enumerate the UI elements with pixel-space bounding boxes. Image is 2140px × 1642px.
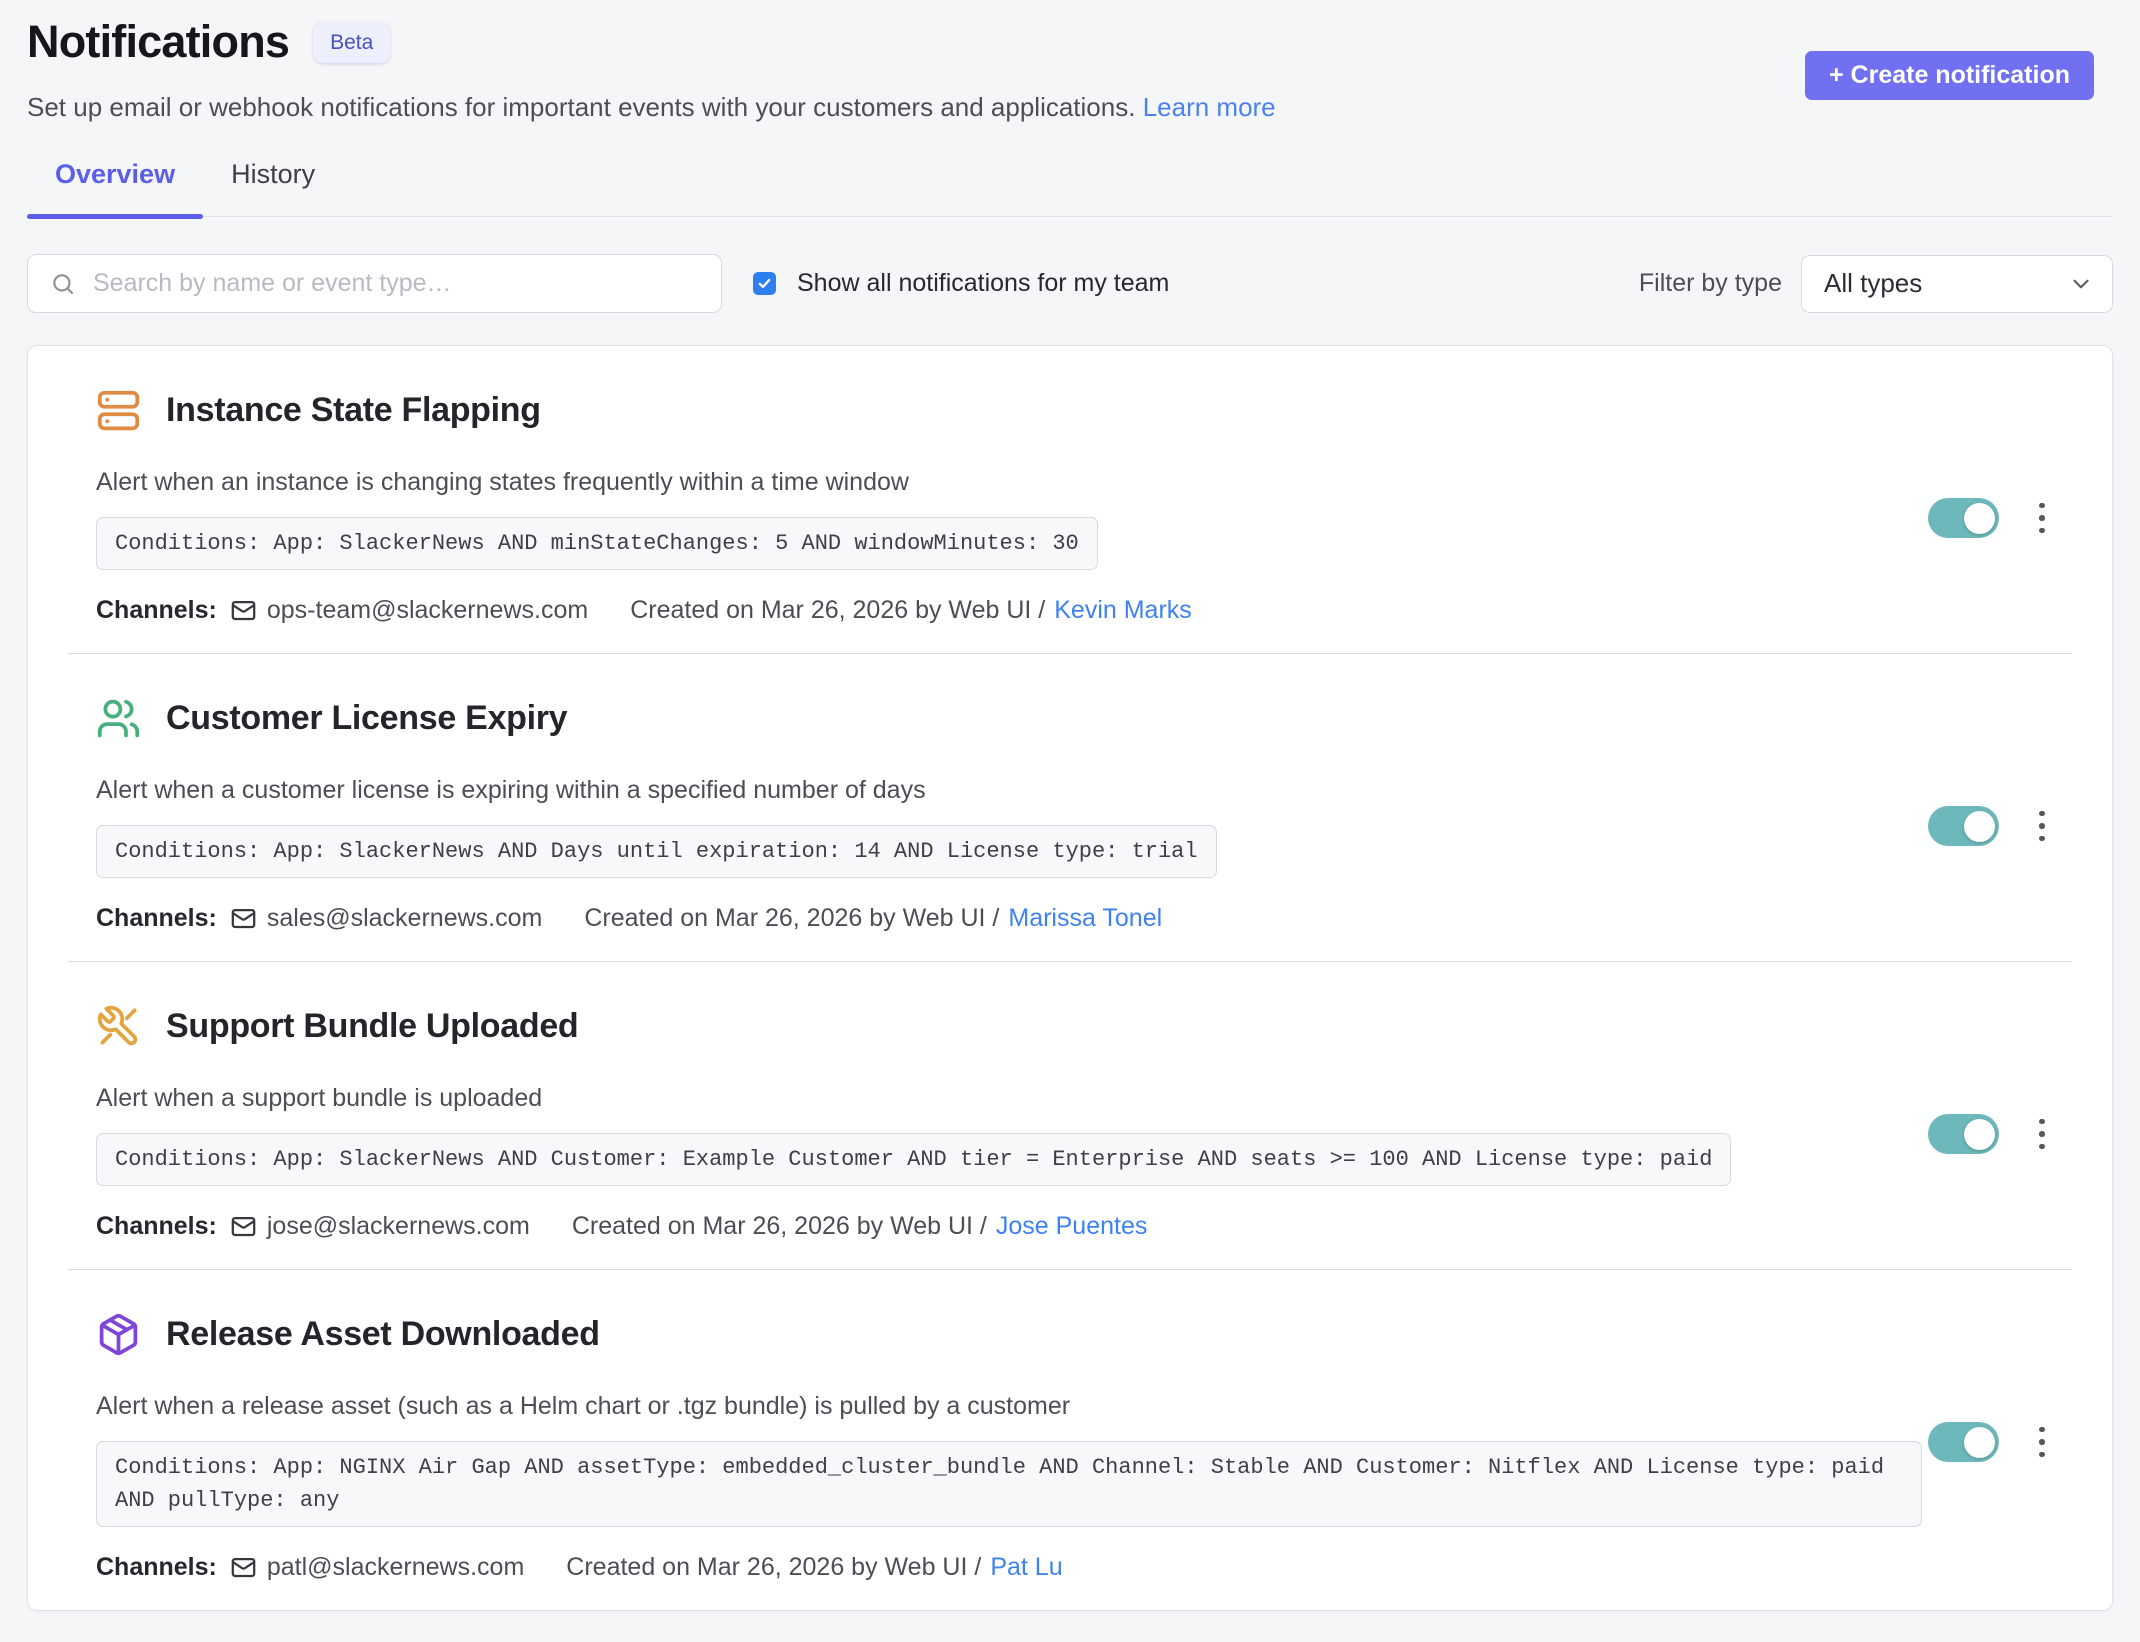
channel-email: patl@slackernews.com	[267, 1553, 524, 1582]
notifications-list: Instance State Flapping Alert when an in…	[27, 345, 2113, 1611]
channels-label: Channels:	[96, 904, 217, 933]
server-icon	[96, 388, 141, 433]
card-meta: Channels: ops-team@slackernews.com Creat…	[96, 596, 1922, 625]
controls-row: Show all notifications for my team Filte…	[27, 254, 2113, 313]
page-header: Notifications Beta	[27, 16, 2113, 68]
conditions-chip: Conditions: App: SlackerNews AND Days un…	[96, 825, 1217, 878]
kebab-menu-button[interactable]	[2024, 1112, 2060, 1156]
notification-title: Release Asset Downloaded	[166, 1315, 600, 1354]
mail-icon	[230, 905, 257, 932]
tab-overview[interactable]: Overview	[27, 159, 203, 216]
card-meta: Channels: patl@slackernews.com Created o…	[96, 1553, 1922, 1582]
author-link[interactable]: Pat Lu	[990, 1553, 1062, 1582]
notification-description: Alert when a support bundle is uploaded	[96, 1083, 1922, 1113]
author-link[interactable]: Marissa Tonel	[1008, 904, 1162, 933]
notification-card: Instance State Flapping Alert when an in…	[28, 346, 2112, 653]
checkbox-label: Show all notifications for my team	[797, 269, 1169, 298]
channel-email: sales@slackernews.com	[267, 904, 542, 933]
notification-description: Alert when an instance is changing state…	[96, 467, 1922, 497]
notifications-page: Notifications Beta + Create notification…	[0, 0, 2140, 1611]
chevron-down-icon	[2068, 271, 2094, 297]
notification-description: Alert when a customer license is expirin…	[96, 775, 1922, 805]
search-input[interactable]	[91, 268, 701, 299]
notification-title: Customer License Expiry	[166, 699, 567, 738]
channel-email: ops-team@slackernews.com	[267, 596, 588, 625]
search-box	[27, 254, 722, 313]
conditions-chip: Conditions: App: NGINX Air Gap AND asset…	[96, 1441, 1922, 1527]
card-header: Support Bundle Uploaded	[96, 1004, 1922, 1049]
kebab-menu-button[interactable]	[2024, 496, 2060, 540]
mail-icon	[230, 1554, 257, 1581]
enabled-toggle[interactable]	[1928, 1114, 1999, 1154]
filter-type-label: Filter by type	[1639, 269, 1782, 298]
card-header: Release Asset Downloaded	[96, 1312, 1922, 1357]
created-text: Created on Mar 26, 2026 by Web UI /	[572, 1212, 987, 1241]
notification-card: Customer License Expiry Alert when a cus…	[28, 654, 2112, 961]
enabled-toggle[interactable]	[1928, 1422, 1999, 1462]
beta-badge: Beta	[313, 22, 390, 63]
users-icon	[96, 696, 141, 741]
tab-history[interactable]: History	[203, 159, 343, 216]
team-checkbox[interactable]	[753, 272, 776, 295]
notification-card: Release Asset Downloaded Alert when a re…	[28, 1270, 2112, 1610]
create-notification-button[interactable]: + Create notification	[1805, 51, 2094, 100]
page-subtitle: Set up email or webhook notifications fo…	[27, 92, 2113, 123]
subtitle-text: Set up email or webhook notifications fo…	[27, 92, 1135, 122]
mail-icon	[230, 597, 257, 624]
filter-type-select[interactable]: All types	[1801, 255, 2113, 313]
tab-bar: Overview History	[27, 159, 2113, 217]
channels-label: Channels:	[96, 1212, 217, 1241]
check-icon	[757, 276, 772, 291]
page-title: Notifications	[27, 16, 289, 68]
card-meta: Channels: sales@slackernews.com Created …	[96, 904, 1922, 933]
package-icon	[96, 1312, 141, 1357]
enabled-toggle[interactable]	[1928, 806, 1999, 846]
kebab-menu-button[interactable]	[2024, 804, 2060, 848]
notification-description: Alert when a release asset (such as a He…	[96, 1391, 1922, 1421]
author-link[interactable]: Kevin Marks	[1054, 596, 1192, 625]
enabled-toggle[interactable]	[1928, 498, 1999, 538]
tools-icon	[96, 1004, 141, 1049]
card-header: Instance State Flapping	[96, 388, 1922, 433]
mail-icon	[230, 1213, 257, 1240]
notification-title: Instance State Flapping	[166, 391, 541, 430]
kebab-menu-button[interactable]	[2024, 1420, 2060, 1464]
channels-label: Channels:	[96, 596, 217, 625]
conditions-chip: Conditions: App: SlackerNews AND minStat…	[96, 517, 1098, 570]
conditions-chip: Conditions: App: SlackerNews AND Custome…	[96, 1133, 1731, 1186]
card-meta: Channels: jose@slackernews.com Created o…	[96, 1212, 1922, 1241]
created-text: Created on Mar 26, 2026 by Web UI /	[566, 1553, 981, 1582]
notification-title: Support Bundle Uploaded	[166, 1007, 578, 1046]
filter-selected-value: All types	[1824, 268, 1922, 299]
notification-card: Support Bundle Uploaded Alert when a sup…	[28, 962, 2112, 1269]
learn-more-link[interactable]: Learn more	[1143, 92, 1276, 122]
channels-label: Channels:	[96, 1553, 217, 1582]
created-text: Created on Mar 26, 2026 by Web UI /	[584, 904, 999, 933]
channel-email: jose@slackernews.com	[267, 1212, 530, 1241]
created-text: Created on Mar 26, 2026 by Web UI /	[630, 596, 1045, 625]
card-header: Customer License Expiry	[96, 696, 1922, 741]
author-link[interactable]: Jose Puentes	[996, 1212, 1148, 1241]
search-icon	[50, 271, 76, 297]
